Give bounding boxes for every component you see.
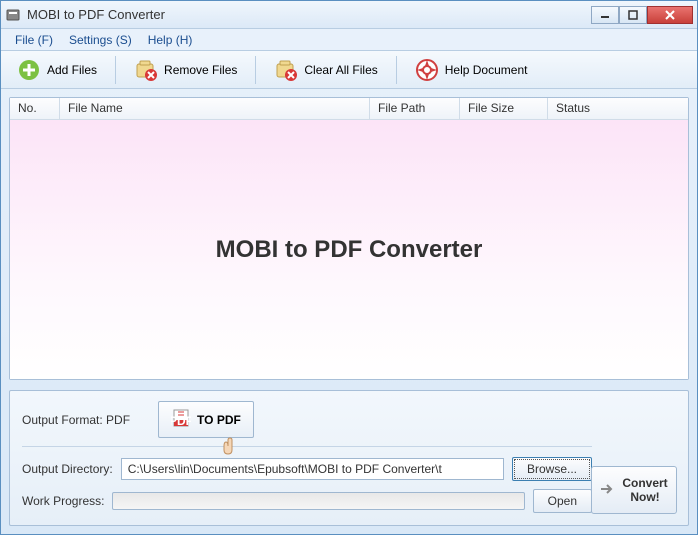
file-list-body[interactable]: MOBI to PDF Converter [10,120,688,379]
col-no[interactable]: No. [10,98,60,119]
add-files-button[interactable]: Add Files [7,54,107,86]
close-button[interactable] [647,6,693,24]
separator [396,56,397,84]
col-size[interactable]: File Size [460,98,548,119]
titlebar: MOBI to PDF Converter [1,1,697,29]
remove-files-button[interactable]: Remove Files [124,54,247,86]
browse-button[interactable]: Browse... [512,457,592,481]
hand-icon [218,436,238,456]
window-controls [591,6,693,24]
app-window: MOBI to PDF Converter File (F) Settings … [0,0,698,535]
help-document-label: Help Document [445,63,528,77]
clear-all-button[interactable]: Clear All Files [264,54,387,86]
minimize-button[interactable] [591,6,619,24]
convert-label: Convert Now! [620,476,670,504]
col-name[interactable]: File Name [60,98,370,119]
add-icon [17,58,41,82]
col-path[interactable]: File Path [370,98,460,119]
file-list-panel: No. File Name File Path File Size Status… [9,97,689,380]
separator [115,56,116,84]
clear-all-label: Clear All Files [304,63,377,77]
arrow-right-icon [598,480,616,501]
col-status[interactable]: Status [548,98,688,119]
progress-label: Work Progress: [22,494,104,508]
window-title: MOBI to PDF Converter [27,7,591,22]
watermark-text: MOBI to PDF Converter [216,236,483,264]
maximize-button[interactable] [619,6,647,24]
bottom-panel: Output Format: PDF PDF TO PDF Output Dir… [9,390,689,526]
convert-now-button[interactable]: Convert Now! [591,466,677,514]
help-document-button[interactable]: Help Document [405,54,538,86]
menu-help[interactable]: Help (H) [140,31,201,49]
remove-icon [134,58,158,82]
clear-icon [274,58,298,82]
separator [255,56,256,84]
output-dir-input[interactable] [121,458,504,480]
add-files-label: Add Files [47,63,97,77]
open-button[interactable]: Open [533,489,592,513]
menubar: File (F) Settings (S) Help (H) [1,29,697,51]
pdf-icon: PDF [171,408,191,431]
progress-bar [112,492,524,510]
menu-settings[interactable]: Settings (S) [61,31,140,49]
file-list-header: No. File Name File Path File Size Status [10,98,688,120]
bottom-panel-wrap: Output Format: PDF PDF TO PDF Output Dir… [9,390,689,526]
output-dir-label: Output Directory: [22,462,113,476]
toolbar: Add Files Remove Files Clear All Files H… [1,51,697,89]
content-area: No. File Name File Path File Size Status… [1,89,697,534]
menu-file[interactable]: File (F) [7,31,61,49]
output-format-label: Output Format: PDF [22,413,130,427]
to-pdf-label: TO PDF [197,413,241,427]
app-icon [5,7,21,23]
remove-files-label: Remove Files [164,63,237,77]
help-icon [415,58,439,82]
svg-text:PDF: PDF [171,414,191,428]
to-pdf-button[interactable]: PDF TO PDF [158,401,254,438]
divider [22,446,592,447]
